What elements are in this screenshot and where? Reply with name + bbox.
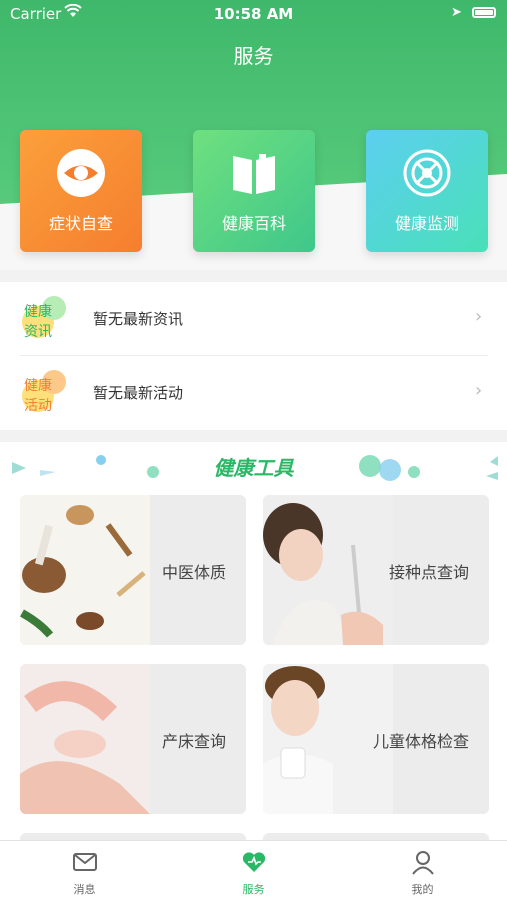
page-title: 服务: [233, 44, 274, 68]
tool-tcm-constitution[interactable]: 中医体质: [20, 495, 246, 645]
eye-icon: [56, 148, 106, 198]
tab-label: 我的: [411, 883, 434, 896]
health-news-badge-icon: 健康 资讯: [20, 294, 70, 342]
chevron-right-icon: ›: [475, 380, 483, 401]
health-monitor-card[interactable]: 健康监测: [366, 130, 488, 252]
health-tools-section: 健康工具 中医体质 接种点查询 产床查询 儿童体格检查: [0, 442, 507, 853]
health-wiki-card[interactable]: 健康百科: [193, 130, 315, 252]
tool-vaccination-site[interactable]: 接种点查询: [263, 495, 489, 645]
news-badge-line2: 资讯: [24, 324, 52, 340]
tool-label: 产床查询: [161, 732, 226, 751]
tool-label: 接种点查询: [388, 563, 469, 582]
tab-services[interactable]: 服务: [169, 841, 338, 901]
health-activity-badge-icon: 健康 活动: [20, 368, 70, 416]
tab-label: 服务: [242, 883, 265, 896]
activity-badge-line2: 活动: [24, 398, 52, 414]
clock: 10:58 AM: [213, 5, 294, 23]
news-list: 健康 资讯 暂无最新资讯 › 健康 活动 暂无最新活动 ›: [0, 282, 507, 430]
activity-badge-line1: 健康: [24, 377, 52, 394]
symptom-check-card[interactable]: 症状自查: [20, 130, 142, 252]
health-monitor-label: 健康监测: [394, 214, 459, 233]
news-badge-line1: 健康: [24, 303, 52, 320]
chevron-right-icon: ›: [475, 306, 483, 327]
location-arrow-icon: ➤: [451, 5, 462, 20]
tool-label: 中医体质: [161, 563, 226, 582]
list-item-news[interactable]: 健康资讯 暂无最新资讯 ›: [0, 282, 507, 356]
tools-title: 健康工具: [213, 456, 294, 480]
baby-hands-image: [20, 664, 150, 814]
tab-label: 消息: [73, 883, 96, 896]
tool-label: 儿童体格检查: [372, 732, 469, 751]
vaccination-image: [263, 495, 393, 645]
tab-messages[interactable]: 消息: [0, 841, 169, 901]
activity-text: 暂无最新活动: [93, 384, 184, 402]
health-wiki-label: 健康百科: [221, 214, 286, 233]
message-icon: [72, 849, 98, 875]
monitor-icon: [402, 148, 452, 198]
status-bar: Carrier 10:58 AM ➤: [0, 0, 507, 28]
tab-bar: 消息 服务 我的: [0, 840, 507, 901]
news-text: 暂无最新资讯: [93, 310, 184, 328]
tool-child-physical-exam[interactable]: 儿童体格检查: [263, 664, 489, 814]
herbs-image: [20, 495, 150, 645]
user-icon: [410, 849, 436, 875]
tab-me[interactable]: 我的: [338, 841, 507, 901]
heart-icon: [241, 849, 267, 875]
battery-icon: [472, 7, 496, 18]
list-item-activity[interactable]: 健康活动 暂无最新活动 ›: [0, 356, 507, 429]
tool-delivery-bed[interactable]: 产床查询: [20, 664, 246, 814]
book-icon: [229, 148, 279, 198]
symptom-check-label: 症状自查: [48, 214, 113, 233]
